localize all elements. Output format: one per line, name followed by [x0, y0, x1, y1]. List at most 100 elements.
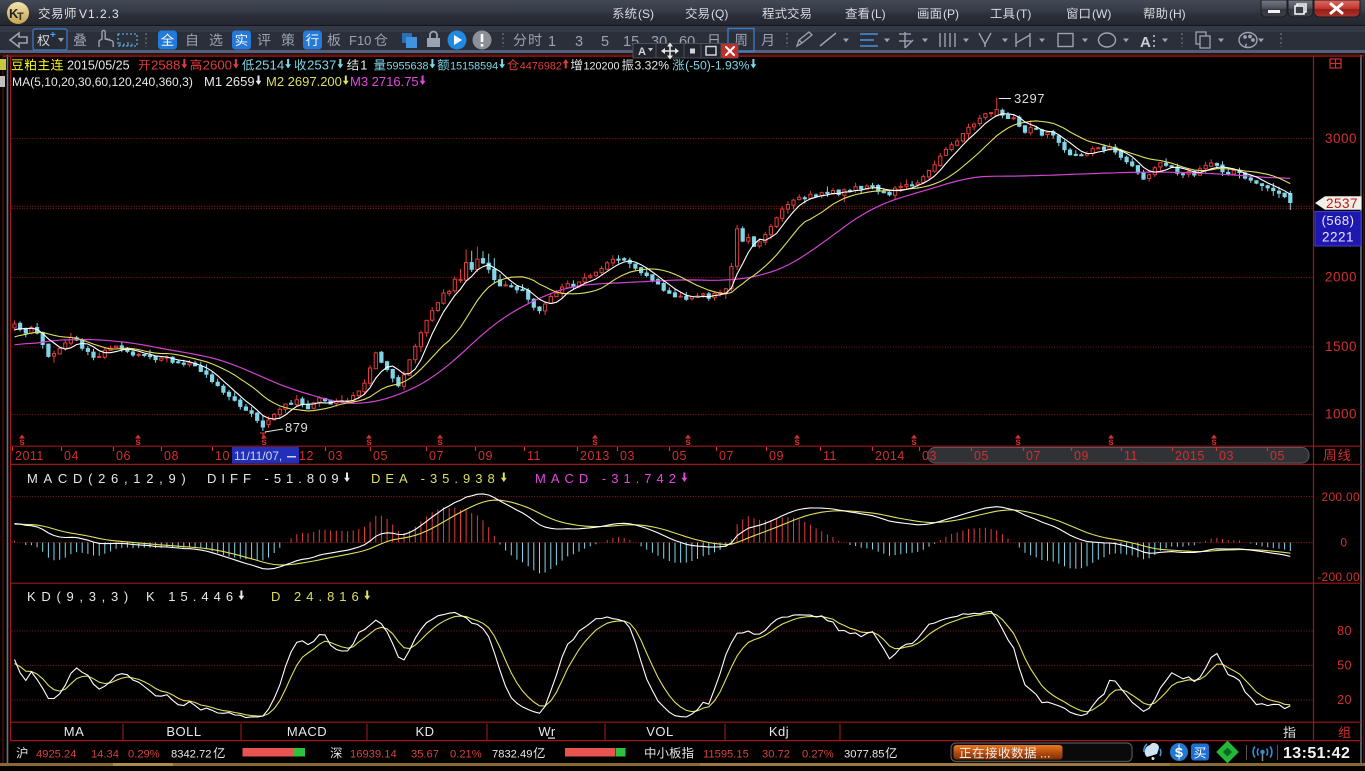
- svg-text:15158594: 15158594: [450, 61, 498, 73]
- svg-text:(Q): (Q): [711, 7, 728, 21]
- svg-text:05: 05: [672, 449, 687, 463]
- svg-text:0.29%: 0.29%: [128, 749, 160, 761]
- svg-text:2588: 2588: [151, 58, 180, 73]
- svg-text:03: 03: [922, 449, 937, 463]
- svg-text:5: 5: [601, 34, 609, 50]
- svg-text:MACD -31.742: MACD -31.742: [535, 471, 681, 486]
- svg-text:M2 2697.200: M2 2697.200: [266, 74, 342, 89]
- svg-text:(S): (S): [638, 7, 654, 21]
- svg-text:s: s: [592, 437, 598, 448]
- svg-text:(P): (P): [943, 7, 959, 21]
- svg-text:BOLL: BOLL: [166, 724, 201, 739]
- svg-text:1: 1: [548, 34, 556, 50]
- svg-text:80: 80: [1337, 624, 1352, 638]
- svg-text:2537: 2537: [1326, 196, 1358, 211]
- svg-text:2600: 2600: [203, 58, 232, 73]
- svg-text:s: s: [19, 437, 25, 448]
- svg-text:07: 07: [719, 449, 734, 463]
- svg-text:s: s: [1211, 437, 1217, 448]
- svg-text:T: T: [17, 11, 24, 23]
- svg-text:03: 03: [328, 449, 343, 463]
- svg-text:DEA -35.938: DEA -35.938: [371, 471, 500, 486]
- svg-text:09: 09: [478, 449, 493, 463]
- svg-text:10: 10: [215, 449, 230, 463]
- svg-text:1: 1: [360, 58, 367, 73]
- svg-text:s: s: [911, 437, 917, 448]
- svg-text:(-50)-1.93%: (-50)-1.93%: [685, 59, 750, 73]
- svg-text:879: 879: [285, 420, 308, 435]
- svg-text:s: s: [135, 437, 141, 448]
- svg-text:4925.24: 4925.24: [36, 749, 76, 761]
- svg-text:2015: 2015: [1175, 449, 1205, 463]
- svg-text:09: 09: [1074, 449, 1089, 463]
- svg-text:KD(9,3,3): KD(9,3,3): [27, 589, 134, 604]
- svg-text:11595.15: 11595.15: [703, 749, 749, 761]
- svg-text:DIFF -51.809: DIFF -51.809: [207, 471, 344, 486]
- svg-text:0: 0: [1340, 536, 1347, 550]
- svg-text:A: A: [638, 46, 646, 58]
- svg-text:-200.00: -200.00: [1317, 570, 1360, 584]
- svg-text:0.27%: 0.27%: [802, 749, 834, 761]
- svg-text:+: +: [50, 30, 56, 41]
- svg-text:K 15.446: K 15.446: [146, 589, 238, 604]
- svg-text:1000: 1000: [1325, 407, 1357, 422]
- svg-text:KD: KD: [415, 724, 434, 739]
- svg-text:2014: 2014: [875, 449, 905, 463]
- svg-text:11: 11: [823, 449, 837, 463]
- svg-text:5955638: 5955638: [387, 61, 429, 73]
- svg-text:F10: F10: [349, 33, 371, 48]
- svg-text:MACD: MACD: [287, 724, 327, 739]
- svg-text:2013: 2013: [580, 449, 610, 463]
- svg-text:s: s: [366, 437, 372, 448]
- svg-text:09: 09: [769, 449, 784, 463]
- svg-text:11: 11: [527, 449, 541, 463]
- svg-text:s: s: [1015, 437, 1021, 448]
- svg-text:MACD(26,12,9): MACD(26,12,9): [27, 471, 191, 486]
- svg-text:04: 04: [64, 449, 79, 463]
- svg-text:s: s: [1108, 437, 1114, 448]
- svg-text:08: 08: [164, 449, 179, 463]
- svg-text:11: 11: [1124, 449, 1138, 463]
- svg-text:4476982: 4476982: [520, 61, 562, 73]
- svg-text:8342.72: 8342.72: [171, 749, 211, 761]
- svg-text:s: s: [437, 437, 443, 448]
- svg-text:2537: 2537: [307, 58, 336, 73]
- svg-text:14.34: 14.34: [91, 749, 119, 761]
- svg-text:(H): (H): [1169, 7, 1186, 21]
- svg-text:05: 05: [974, 449, 989, 463]
- svg-text:06: 06: [116, 449, 131, 463]
- svg-text:200.00: 200.00: [1321, 490, 1360, 504]
- svg-text:...: ...: [1040, 747, 1050, 761]
- svg-text:7832.49: 7832.49: [492, 749, 532, 761]
- svg-text:35.67: 35.67: [411, 749, 439, 761]
- svg-text:07: 07: [1026, 449, 1041, 463]
- svg-text:30.72: 30.72: [762, 749, 790, 761]
- svg-text:20: 20: [1337, 693, 1352, 707]
- svg-text:VOL: VOL: [646, 724, 674, 739]
- svg-text:V1.2.3: V1.2.3: [79, 7, 120, 21]
- svg-text:2000: 2000: [1325, 270, 1357, 285]
- svg-text:11/11/07,: 11/11/07,: [234, 449, 282, 463]
- svg-text:(L): (L): [871, 7, 886, 21]
- svg-text:13:51:42: 13:51:42: [1283, 745, 1350, 762]
- svg-text:M1 2659: M1 2659: [204, 74, 255, 89]
- svg-text:2011: 2011: [15, 449, 44, 463]
- svg-text:D 24.816: D 24.816: [271, 589, 364, 604]
- svg-text:2221: 2221: [1322, 230, 1354, 245]
- svg-text:120200: 120200: [583, 61, 619, 73]
- svg-text:Kdj: Kdj: [769, 724, 789, 739]
- svg-text:M3 2716.75: M3 2716.75: [350, 74, 419, 89]
- svg-text:s: s: [794, 437, 800, 448]
- svg-text:2015/05/25: 2015/05/25: [67, 59, 130, 73]
- svg-text:s: s: [261, 437, 267, 448]
- svg-text:(W): (W): [1092, 7, 1111, 21]
- svg-text:03: 03: [1219, 449, 1234, 463]
- svg-text:2514: 2514: [255, 58, 284, 73]
- svg-text:3: 3: [575, 34, 583, 50]
- svg-text:3.32%: 3.32%: [634, 59, 669, 73]
- svg-text:MA(5,10,20,30,60,120,240,360,3: MA(5,10,20,30,60,120,240,360,3): [12, 75, 193, 89]
- svg-text:3077.85: 3077.85: [844, 749, 884, 761]
- svg-text:A: A: [1140, 34, 1151, 51]
- svg-text:3297: 3297: [1014, 91, 1045, 106]
- svg-text:05: 05: [373, 449, 388, 463]
